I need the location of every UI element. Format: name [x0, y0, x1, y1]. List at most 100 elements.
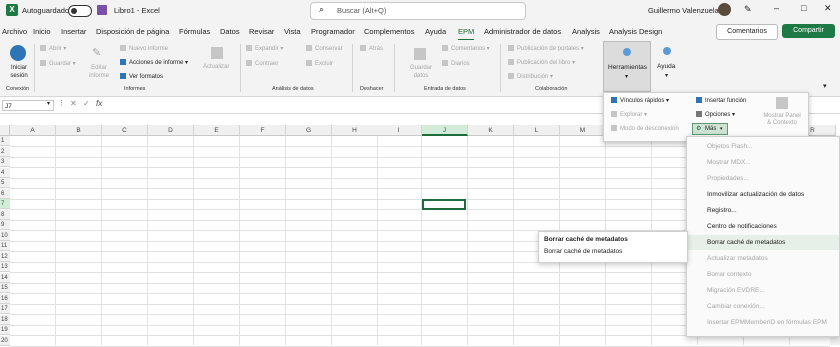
tab-ayuda[interactable]: Ayuda [425, 27, 446, 36]
row-header[interactable]: 19 [0, 325, 10, 335]
share-button[interactable]: Compartir [782, 24, 835, 38]
mas-menu-item[interactable]: Inmovilizar actualización de datos [687, 187, 839, 202]
row-header[interactable]: 6 [0, 188, 10, 199]
column-header[interactable]: I [376, 125, 422, 136]
explorar-button[interactable]: Explorar ▾ [611, 111, 647, 118]
column-header[interactable]: B [56, 125, 102, 136]
tab-insertar[interactable]: Insertar [61, 27, 86, 36]
maximize-icon[interactable]: □ [801, 3, 806, 13]
avatar[interactable] [718, 3, 731, 16]
tab-complementos[interactable]: Complementos [364, 27, 414, 36]
pen-icon[interactable]: ✎ [744, 4, 752, 15]
close-icon[interactable]: ✕ [824, 3, 832, 14]
mas-menu-item[interactable]: Propiedades... [687, 171, 839, 186]
row-header[interactable]: 15 [0, 283, 10, 293]
column-header[interactable]: A [10, 125, 56, 136]
mas-menu-item[interactable]: Insertar EPMMemberID en fórmulas EPM [687, 315, 839, 330]
row-header[interactable]: 9 [0, 220, 10, 230]
tab-administrador-datos[interactable]: Administrador de datos [484, 27, 561, 36]
column-header[interactable]: L [514, 125, 560, 136]
row-header[interactable]: 1 [0, 136, 10, 146]
guardar-datos-button[interactable]: Guardar datos [406, 64, 436, 80]
abrir-button[interactable]: Abrir ▾ [40, 45, 66, 52]
ayuda-button[interactable]: Ayuda [657, 63, 675, 70]
mas-menu-item[interactable]: Cambiar conexión... [687, 299, 839, 314]
actualizar-button[interactable]: Actualizar [203, 64, 229, 70]
row-header[interactable]: 4 [0, 167, 10, 178]
distribucion-button[interactable]: Distribución ▾ [508, 73, 553, 80]
insertar-funcion-button[interactable]: Insertar función [696, 97, 746, 104]
atras-button[interactable]: Atrás [360, 45, 383, 52]
ver-formatos-button[interactable]: Ver formatos [120, 73, 163, 80]
mas-menu-item[interactable]: Mostrar MDX... [687, 155, 839, 170]
mas-menu-item[interactable]: Actualizar metadatos [687, 251, 839, 266]
tab-programador[interactable]: Programador [311, 27, 355, 36]
excluir-button[interactable]: Excluir [306, 60, 333, 67]
conservar-button[interactable]: Conservar [306, 45, 343, 52]
acciones-informe-button[interactable]: Acciones de informe ▾ [120, 59, 188, 66]
tab-inicio[interactable]: Inicio [33, 27, 51, 36]
cancel-icon[interactable]: ✕ [70, 99, 77, 108]
tab-epm[interactable]: EPM [458, 27, 475, 41]
column-header[interactable]: H [332, 125, 378, 136]
namebox-chevron-icon[interactable]: ▾ [47, 100, 50, 107]
row-header[interactable]: 20 [0, 335, 10, 346]
row-header[interactable]: 10 [0, 230, 10, 241]
column-header[interactable]: C [102, 125, 148, 136]
contraer-button[interactable]: Contraer [246, 60, 278, 67]
row-header[interactable]: 16 [0, 293, 10, 304]
ribbon-collapse-icon[interactable]: ▾ [823, 82, 827, 90]
row-header[interactable]: 7 [0, 199, 10, 209]
mas-menu-item[interactable]: Centro de notificaciones [687, 219, 839, 234]
mas-button[interactable]: ⚙ Más ▾ [692, 123, 728, 135]
iniciar-sesion-button[interactable]: Iniciar sesión [6, 64, 32, 80]
search-box[interactable]: ⌕ Buscar (Alt+Q) [310, 2, 526, 20]
row-header[interactable]: 12 [0, 251, 10, 262]
tab-archivo[interactable]: Archivo [2, 27, 27, 36]
vinculos-rapidos-button[interactable]: Vínculos rápidos ▾ [611, 97, 669, 104]
editar-informe-button[interactable]: Editar informe [86, 64, 112, 80]
herramientas-button[interactable]: Herramientas ▾ [603, 41, 651, 92]
tab-analysis-design[interactable]: Analysis Design [609, 27, 662, 36]
row-header[interactable]: 11 [0, 241, 10, 251]
tab-disposicion[interactable]: Disposición de página [96, 27, 169, 36]
minimize-icon[interactable]: – [774, 3, 779, 13]
save-icon[interactable] [97, 5, 107, 15]
column-header[interactable]: M [560, 125, 606, 136]
mas-menu-item[interactable]: Registro... [687, 203, 839, 218]
select-all-corner[interactable] [0, 125, 10, 136]
user-name[interactable]: Guillermo Valenzuela [648, 6, 719, 15]
column-header[interactable]: E [194, 125, 240, 136]
tab-revisar[interactable]: Revisar [249, 27, 274, 36]
row-header[interactable]: 3 [0, 157, 10, 167]
diarios-button[interactable]: Diarios [442, 60, 470, 67]
row-header[interactable]: 13 [0, 262, 10, 272]
row-header[interactable]: 8 [0, 209, 10, 220]
autosave-toggle[interactable] [68, 5, 92, 17]
nuevo-informe-button[interactable]: Nuevo informe [120, 45, 168, 52]
mas-menu-item[interactable]: Borrar caché de metadatos [687, 235, 839, 250]
pub-libro-button[interactable]: Publicación del libro ▾ [508, 59, 575, 66]
modo-desconexion-button[interactable]: Modo de desconexión [611, 125, 679, 132]
function-icon[interactable]: fx [96, 99, 102, 108]
mostrar-panel-button[interactable]: Mostrar Panel & Contexto [761, 113, 803, 127]
opciones-button[interactable]: Opciones ▾ [696, 111, 735, 118]
column-header[interactable]: J [422, 125, 468, 136]
expandir-button[interactable]: Expandir ▾ [246, 45, 283, 52]
column-header[interactable]: D [148, 125, 194, 136]
column-header[interactable]: F [240, 125, 286, 136]
enter-icon[interactable]: ✓ [83, 99, 90, 108]
row-header[interactable]: 14 [0, 272, 10, 283]
tab-analysis[interactable]: Analysis [572, 27, 600, 36]
column-header[interactable]: K [468, 125, 514, 136]
comments-button[interactable]: Comentarios [716, 24, 778, 40]
pub-portales-button[interactable]: Publicación de portales ▾ [508, 45, 584, 52]
row-header[interactable]: 18 [0, 314, 10, 325]
row-header[interactable]: 5 [0, 178, 10, 188]
column-header[interactable]: G [286, 125, 332, 136]
row-header[interactable]: 2 [0, 146, 10, 157]
guardar-button[interactable]: Guardar ▾ [40, 60, 76, 67]
selected-cell[interactable] [422, 199, 466, 210]
tab-datos[interactable]: Datos [220, 27, 240, 36]
tab-formulas[interactable]: Fórmulas [179, 27, 210, 36]
